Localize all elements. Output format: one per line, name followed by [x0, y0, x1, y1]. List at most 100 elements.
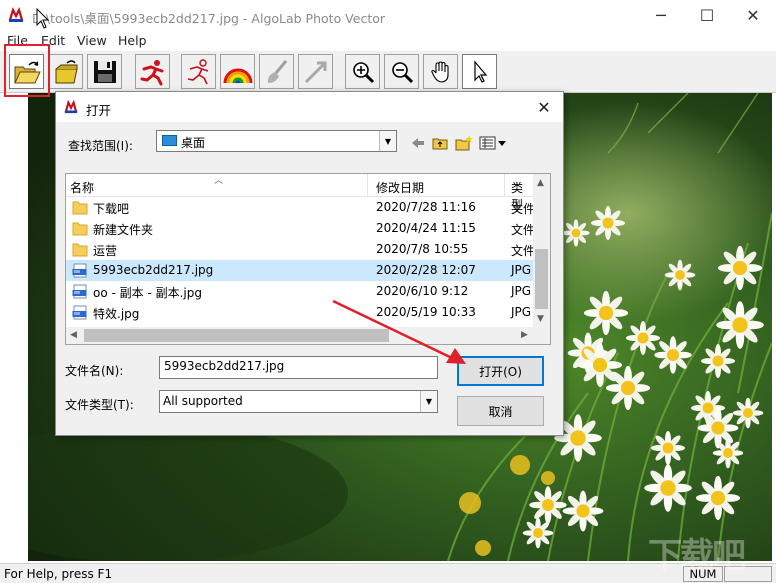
file-name: 运营 [93, 244, 118, 258]
file-list-row[interactable]: 新建文件夹 2020/4/24 11:15 文件 [66, 218, 536, 239]
runner-button[interactable] [135, 54, 170, 89]
folder-icon [72, 201, 88, 215]
file-list-row[interactable]: 5993ecb2dd217.jpg 2020/2/28 12:07 JPG [66, 260, 534, 281]
up-folder-button[interactable] [430, 133, 450, 153]
file-name: 下载吧 [93, 202, 130, 216]
open-file-button[interactable]: 打开(O) [457, 356, 544, 386]
column-separator[interactable] [367, 174, 368, 197]
scrollbar-thumb[interactable] [535, 249, 548, 309]
app-icon [8, 7, 24, 22]
chevron-down-icon[interactable]: ▼ [379, 131, 396, 151]
file-type: 文件 [511, 223, 536, 237]
filetype-value: All supported [163, 394, 243, 408]
brush-icon [267, 59, 287, 83]
filename-label: 文件名(N): [65, 364, 124, 378]
column-separator[interactable] [504, 174, 505, 197]
file-list-row[interactable]: 运营 2020/7/8 10:55 文件 [66, 239, 536, 260]
chevron-down-icon[interactable]: ▼ [420, 391, 437, 412]
rainbow-button[interactable] [220, 54, 255, 89]
file-date: 2020/6/10 9:12 [376, 284, 469, 298]
hand-button[interactable] [423, 54, 458, 89]
vertical-scrollbar[interactable]: ▲ ▼ [533, 174, 550, 327]
folder-icon [72, 222, 88, 236]
maximize-button[interactable]: ☐ [684, 0, 730, 31]
runner-outline-button[interactable] [181, 54, 216, 89]
up-folder-icon [432, 138, 448, 150]
zoom-out-icon [391, 61, 413, 83]
hand-icon [430, 60, 449, 83]
file-date: 2020/4/24 11:15 [376, 221, 476, 235]
open-folder-arrow-icon [55, 59, 78, 83]
filename-input[interactable]: 5993ecb2dd217.jpg [159, 356, 438, 379]
folder-icon [72, 243, 88, 257]
scrollbar-thumb[interactable] [84, 329, 389, 342]
title-bar: D:\tools\桌面\5993ecb2dd217.jpg - AlgoLab … [0, 0, 776, 31]
rainbow-icon [223, 68, 252, 84]
filetype-label: 文件类型(T): [65, 398, 134, 412]
scroll-left-icon[interactable]: ◀ [70, 330, 77, 340]
back-arrow-icon [412, 138, 424, 148]
minimize-button[interactable]: ─ [638, 0, 684, 31]
zoom-out-button[interactable] [384, 54, 419, 89]
file-type: JPG [511, 263, 532, 277]
file-type: JPG [511, 305, 532, 319]
open-folder-button[interactable] [48, 54, 83, 89]
close-icon: ✕ [746, 6, 760, 25]
jpg-file-icon [72, 305, 87, 320]
file-type: JPG [511, 284, 532, 298]
cancel-button[interactable]: 取消 [457, 396, 544, 426]
file-date: 2020/2/28 12:07 [376, 263, 476, 277]
column-header-name[interactable]: 名称 [70, 179, 94, 196]
zoom-in-button[interactable] [345, 54, 380, 89]
window-title: D:\tools\桌面\5993ecb2dd217.jpg - AlgoLab … [32, 11, 386, 26]
open-file-dialog: 打开 ✕ 查找范围(I): 桌面 ▼ ︿ 名称 修改日期 类型 下载吧 2020… [55, 91, 564, 436]
toolbar [0, 51, 776, 93]
desktop-icon [162, 135, 177, 146]
new-folder-button[interactable] [454, 133, 474, 153]
line-tool-button[interactable] [298, 54, 333, 89]
jpg-file-icon [72, 284, 87, 299]
file-list-row[interactable]: 特效.jpg 2020/5/19 10:33 JPG [66, 302, 534, 323]
jpg-file-icon [72, 263, 87, 278]
horizontal-scrollbar[interactable]: ◀ ▶ [66, 327, 550, 344]
minimize-icon: ─ [656, 6, 666, 25]
file-name: 特效.jpg [93, 307, 140, 321]
save-button[interactable] [87, 54, 122, 89]
dialog-title: 打开 [86, 103, 112, 118]
save-icon [93, 60, 116, 83]
back-button[interactable] [408, 133, 428, 153]
pointer-icon [473, 59, 487, 83]
file-list[interactable]: ︿ 名称 修改日期 类型 下载吧 2020/7/28 11:16 文件 新建文件夹 20… [65, 173, 551, 345]
file-type: 文件 [511, 244, 536, 258]
view-menu-button[interactable] [478, 133, 508, 153]
look-in-combo[interactable]: 桌面 ▼ [156, 130, 397, 152]
scroll-down-icon[interactable]: ▼ [537, 314, 544, 324]
file-name: 5993ecb2dd217.jpg [93, 263, 214, 277]
file-date: 2020/5/19 10:33 [376, 305, 476, 319]
runner-outline-icon [187, 58, 208, 84]
zoom-in-icon [352, 61, 374, 83]
filetype-select[interactable]: All supported ▼ [159, 390, 438, 413]
dialog-close-button[interactable]: ✕ [531, 95, 557, 119]
file-list-row[interactable]: oo - 副本 - 副本.jpg 2020/6/10 9:12 JPG [66, 281, 534, 302]
sort-up-icon: ︿ [214, 176, 224, 186]
file-list-row[interactable]: 下载吧 2020/7/28 11:16 文件 [66, 197, 535, 218]
new-folder-icon [455, 135, 473, 151]
close-window-button[interactable]: ✕ [730, 0, 776, 31]
brush-button[interactable] [259, 54, 294, 89]
scroll-right-icon[interactable]: ▶ [521, 330, 528, 340]
menu-bar: File Edit View Help [0, 31, 776, 51]
runner-icon [140, 59, 163, 85]
line-tool-icon [304, 61, 326, 83]
file-list-header: ︿ 名称 修改日期 类型 [66, 174, 534, 212]
file-name: oo - 副本 - 副本.jpg [93, 286, 202, 300]
view-list-icon [479, 136, 506, 150]
scroll-up-icon[interactable]: ▲ [537, 178, 544, 188]
menu-help[interactable]: Help [118, 33, 147, 48]
watermark: 下载吧 [648, 536, 746, 576]
mouse-cursor-icon [36, 8, 50, 29]
column-header-modified[interactable]: 修改日期 [376, 179, 424, 196]
menu-view[interactable]: View [77, 33, 107, 48]
maximize-icon: ☐ [699, 6, 715, 25]
pointer-button[interactable] [462, 54, 497, 89]
